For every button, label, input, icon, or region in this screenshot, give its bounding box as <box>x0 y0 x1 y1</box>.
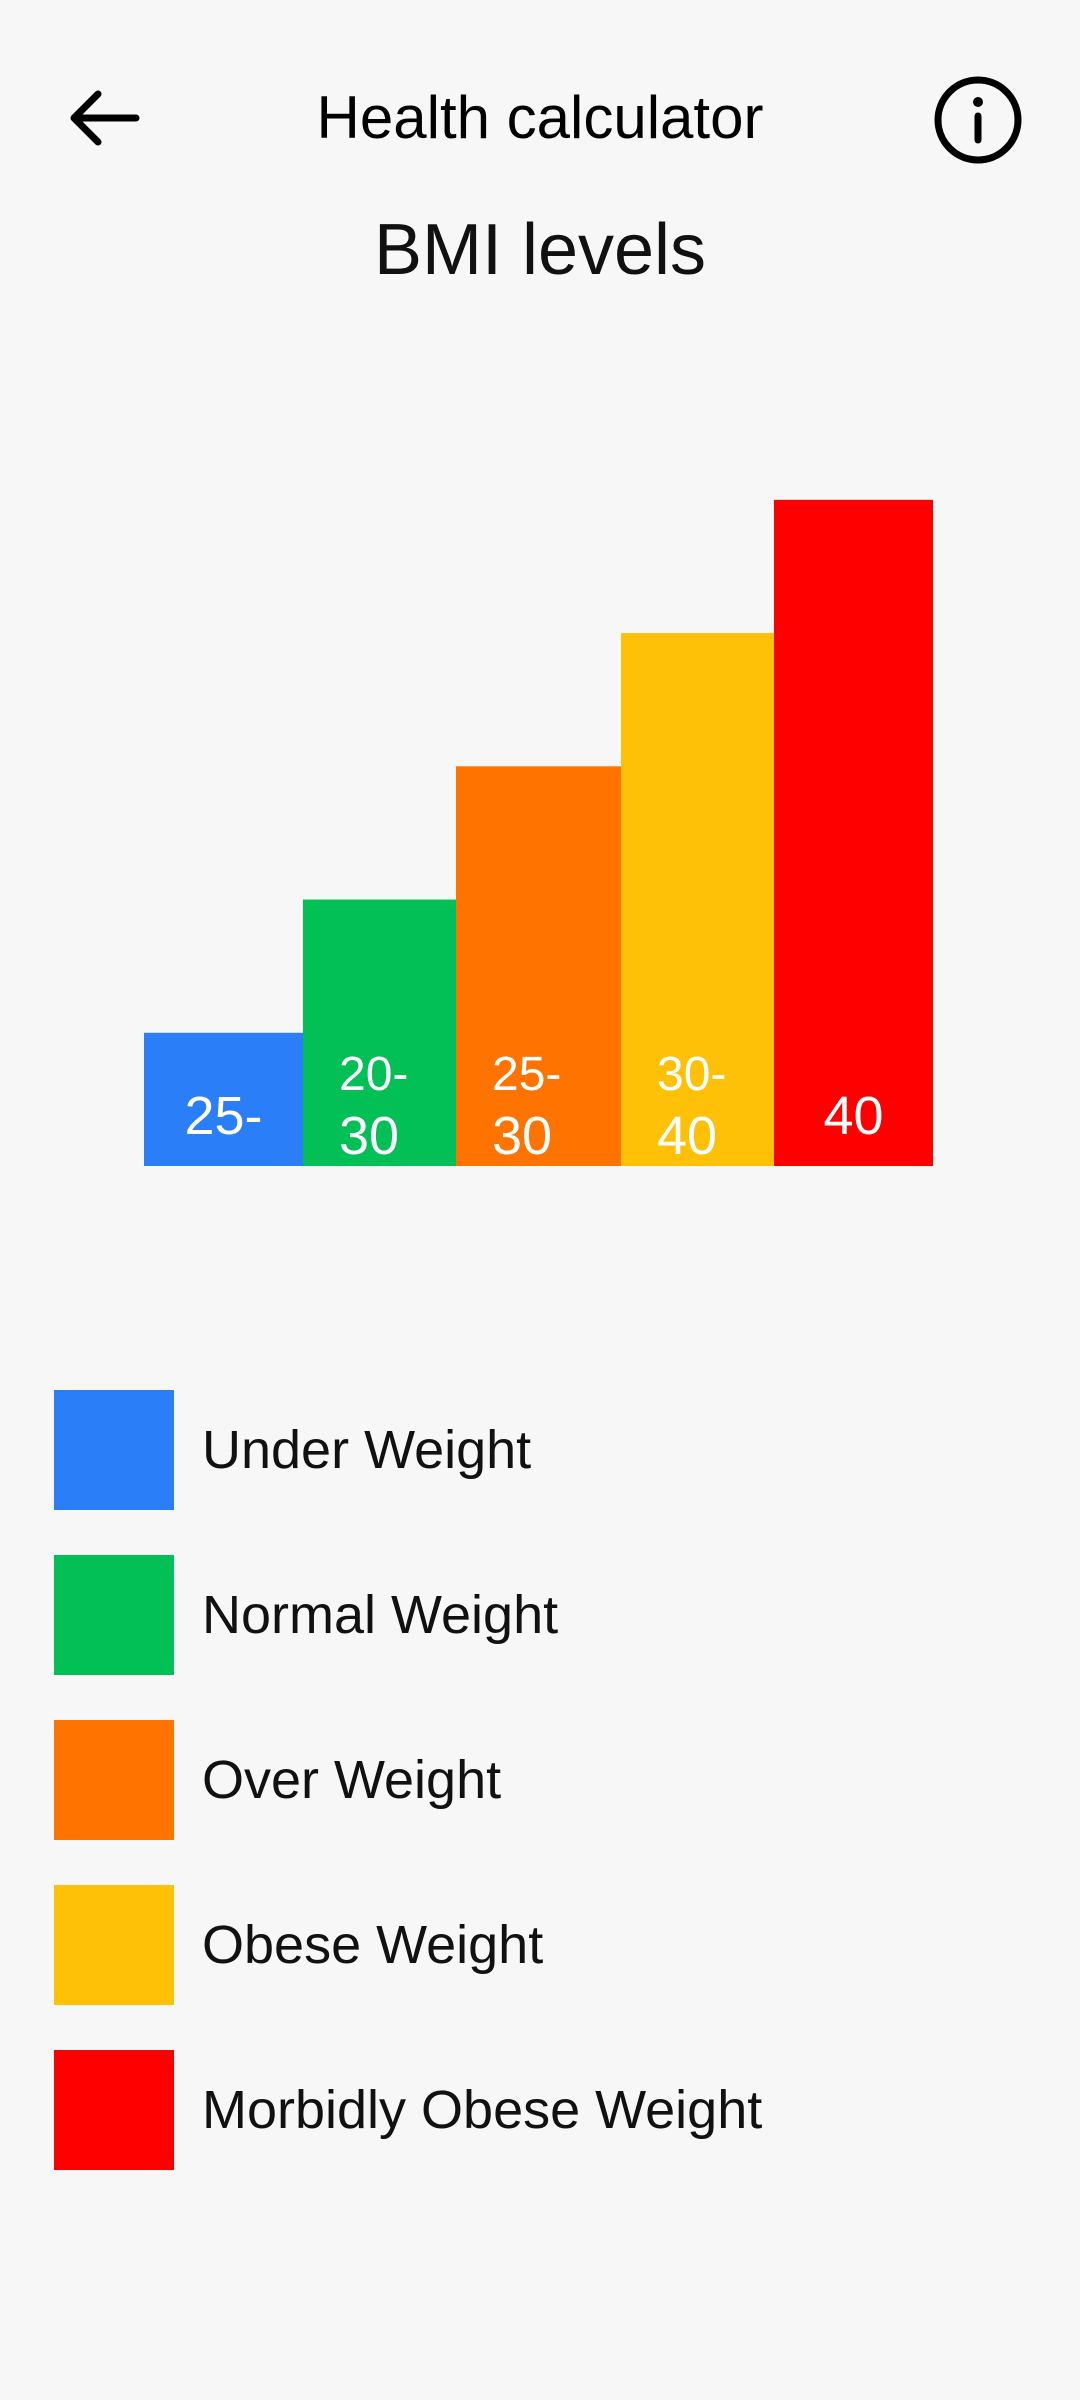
legend-label: Over Weight <box>202 1750 502 1810</box>
bar-2-label-line-1: 20- <box>339 1048 408 1101</box>
top-app-bar: Health calculator <box>0 0 1080 230</box>
bar-5-label-line-1: 40 <box>823 1086 883 1146</box>
legend-swatch <box>54 1885 174 2005</box>
bar-4-label-line-1: 30- <box>657 1048 726 1101</box>
legend-swatch <box>54 1720 174 1840</box>
bmi-bar-chart: 25- 20- 30 25- 30 30- 40 40 <box>0 300 1080 1200</box>
legend-swatch <box>54 2050 174 2170</box>
legend-swatch <box>54 1555 174 1675</box>
bar-3-label-line-2: 30 <box>492 1106 552 1166</box>
legend-item: Over Weight <box>54 1720 1034 1840</box>
legend-label: Normal Weight <box>202 1585 559 1645</box>
bar-4-label-line-2: 40 <box>657 1106 717 1166</box>
bar-3-label-line-1: 25- <box>492 1048 561 1101</box>
chart-title: BMI levels <box>373 210 707 290</box>
legend-item: Morbidly Obese Weight <box>54 2050 1034 2170</box>
info-circle-icon <box>934 76 1022 164</box>
chart-legend: Under Weight Normal Weight Over Weight Obes… <box>54 1390 1034 2215</box>
info-button[interactable] <box>930 72 1026 168</box>
legend-label: Morbidly Obese Weight <box>202 2080 763 2140</box>
bar-2-label-line-2: 30 <box>339 1106 399 1166</box>
legend-swatch <box>54 1390 174 1510</box>
bmi-bar-chart-svg: 25-20-3025-3030-40 40 <box>144 499 933 1166</box>
legend-item: Under Weight <box>54 1390 1034 1510</box>
app-title: Health calculator <box>316 84 764 151</box>
bar-5 <box>774 499 933 1166</box>
legend-item: Normal Weight <box>54 1555 1034 1675</box>
legend-label: Under Weight <box>202 1420 532 1480</box>
legend-label: Obese Weight <box>202 1915 544 1975</box>
bar-1-label-line-1: 25- <box>184 1086 262 1146</box>
legend-item: Obese Weight <box>54 1885 1034 2005</box>
